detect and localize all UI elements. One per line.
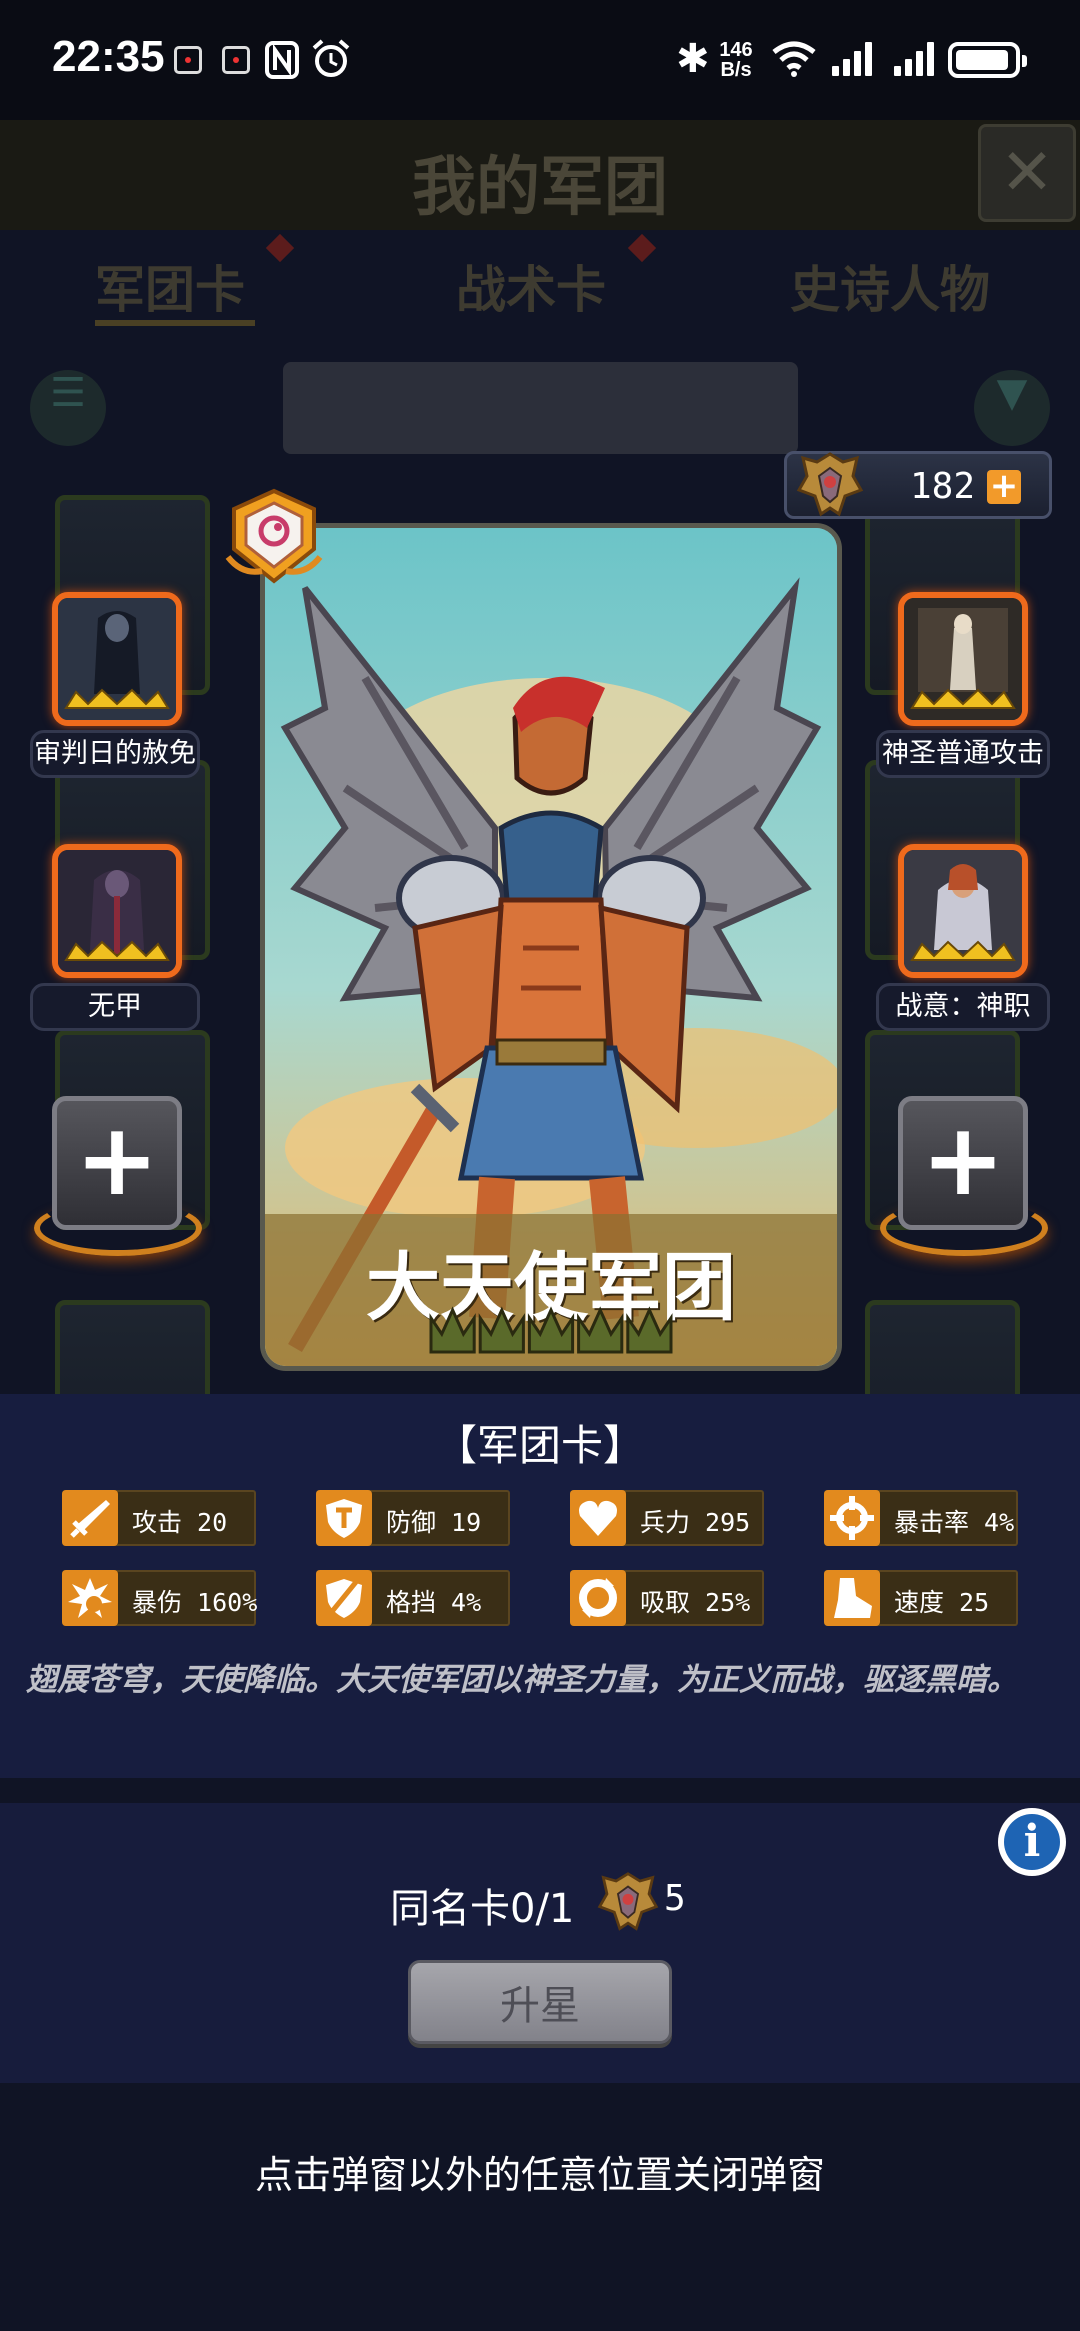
skill-label-right-1: 神圣普通攻击 [876, 730, 1050, 778]
add-skill-button-right[interactable]: + [898, 1096, 1028, 1230]
notification-icon [222, 46, 250, 74]
status-bar: 22:35 ✱ 146 B/s [0, 0, 1080, 120]
skill-portrait [58, 598, 176, 720]
shield-icon [316, 1490, 372, 1546]
card-type-badge-icon [225, 488, 323, 584]
notification-icon [174, 46, 202, 74]
background-close-button: ✕ [978, 124, 1076, 222]
list-view-icon: ☰ [30, 370, 106, 446]
background-search-box [283, 362, 798, 454]
background-title: 我的军团 [412, 151, 668, 225]
absorb-icon [570, 1570, 626, 1626]
skill-portrait [904, 598, 1022, 720]
boot-icon [824, 1570, 880, 1626]
section-title: 【军团卡】 [434, 1421, 645, 1470]
skill-label-left-1: 审判日的赦免 [30, 730, 200, 778]
background-header: 我的军团 ✕ [0, 120, 1080, 230]
block-icon [316, 1570, 372, 1626]
status-time: 22:35 [52, 32, 165, 81]
stat-absorb: 吸取 25% [570, 1570, 764, 1626]
crown-star-icon [429, 1306, 476, 1354]
skill-label-left-2: 无甲 [30, 983, 200, 1031]
nfc-icon [265, 41, 299, 79]
info-button[interactable]: i [998, 1808, 1066, 1876]
star-up-button[interactable]: 升星 [408, 1960, 672, 2044]
crown-star-icon [478, 1306, 525, 1354]
skill-slot-left-2[interactable] [52, 844, 182, 978]
currency-value: 182 [909, 466, 975, 507]
heart-icon [570, 1490, 626, 1546]
tab-alert-dot [265, 233, 295, 263]
tab-alert-dot [627, 233, 657, 263]
skill-slot-right-1[interactable] [898, 592, 1028, 726]
skill-label-right-2: 战意：神职 [876, 983, 1050, 1031]
currency-display: 182 + [784, 451, 1052, 519]
info-icon: i [1004, 1814, 1060, 1870]
crown-star-icon [577, 1306, 624, 1354]
sword-icon [62, 1490, 118, 1546]
tab-underline [95, 320, 255, 326]
alarm-icon [312, 39, 350, 77]
same-card-label: 同名卡0/1 [390, 1886, 575, 1932]
burst-icon [62, 1570, 118, 1626]
tab-tactic-card: 战术卡 [456, 261, 606, 319]
card-name-band: 大天使军团 [265, 1214, 837, 1366]
legion-emblem-icon [796, 452, 864, 517]
skill-slot-left-1[interactable] [52, 592, 182, 726]
star-rating-crowns [429, 1306, 673, 1354]
signal-icon [894, 40, 940, 76]
crown-star-icon [626, 1306, 673, 1354]
tab-epic-hero: 史诗人物 [790, 261, 990, 319]
skill-portrait [58, 850, 176, 972]
signal-icon [832, 40, 878, 76]
upgrade-cost: 5 [664, 1878, 686, 1919]
add-skill-button-left[interactable]: + [52, 1096, 182, 1230]
stat-crit-rate: 暴击率 4% [824, 1490, 1018, 1546]
legion-emblem-icon [597, 1872, 659, 1931]
currency-add-button[interactable]: + [987, 469, 1021, 504]
card-description: 翅展苍穹，天使降临。大天使军团以神圣力量，为正义而战，驱逐黑暗。 [26, 1662, 1018, 1698]
legion-card: 大天使军团 [260, 523, 842, 1371]
tab-legion-card: 军团卡 [95, 261, 245, 319]
net-speed: 146 B/s [719, 39, 753, 81]
stat-block: 格挡 4% [316, 1570, 510, 1626]
filter-icon: ▼ [974, 370, 1050, 446]
stat-attack: 攻击 20 [62, 1490, 256, 1546]
stat-speed: 速度 25 [824, 1570, 1018, 1626]
same-card-requirement: 同名卡0/1 5 [0, 1872, 1080, 1936]
wifi-icon [772, 41, 816, 77]
close-hint: 点击弹窗以外的任意位置关闭弹窗 [254, 2153, 825, 2197]
skill-portrait [904, 850, 1022, 972]
card-info-panel: 【军团卡】 攻击 20 防御 19 兵力 295 暴击率 4% 暴伤 160% [0, 1394, 1080, 1778]
crosshair-icon [824, 1490, 880, 1546]
stat-defense: 防御 19 [316, 1490, 510, 1546]
crown-star-icon [527, 1306, 575, 1354]
stat-troops: 兵力 295 [570, 1490, 764, 1546]
bluetooth-icon: ✱ [676, 36, 710, 82]
battery-icon [948, 42, 1027, 78]
stat-crit-damage: 暴伤 160% [62, 1570, 257, 1626]
skill-slot-right-2[interactable] [898, 844, 1028, 978]
